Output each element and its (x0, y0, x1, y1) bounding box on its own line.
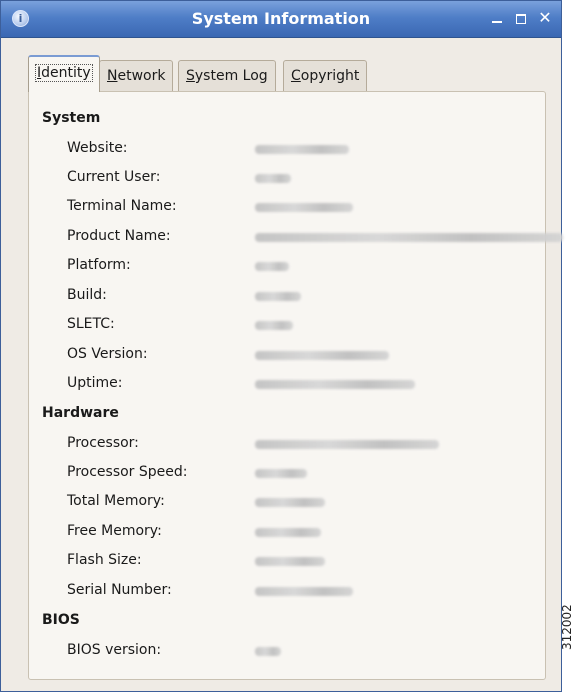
label-sletc: SLETC: (67, 316, 115, 332)
label-bios-version: BIOS version: (67, 642, 162, 658)
value-bios-version-blurred (255, 647, 281, 656)
label-free-memory: Free Memory: (67, 523, 162, 539)
tab-network[interactable]: Network (99, 60, 174, 91)
value-os-version-blurred (255, 351, 389, 360)
figure-number: 312002 (560, 604, 574, 650)
value-free-memory-blurred (255, 528, 321, 537)
label-os-version: OS Version: (67, 346, 148, 362)
value-flash-size-blurred (255, 557, 325, 566)
value-uptime-blurred (255, 380, 415, 389)
label-platform: Platform: (67, 257, 131, 273)
label-uptime: Uptime: (67, 375, 123, 391)
tab-network-label: Network (107, 68, 166, 84)
system-information-window: i System Information ✕ Identity Network … (0, 0, 563, 692)
tab-copyright[interactable]: Copyright (283, 60, 368, 91)
label-product-name: Product Name: (67, 228, 171, 244)
identity-panel: System Website: Current User: Terminal N… (28, 91, 563, 680)
window-title: System Information (191, 9, 371, 28)
value-website-blurred (255, 145, 349, 154)
tab-copyright-label: Copyright (291, 68, 360, 84)
label-flash-size: Flash Size: (67, 552, 142, 568)
section-title-hardware: Hardware (42, 405, 119, 421)
close-icon: ✕ (538, 8, 552, 27)
minimize-icon (492, 21, 502, 23)
label-current-user: Current User: (67, 169, 161, 185)
value-processor-blurred (255, 440, 439, 449)
value-current-user-blurred (255, 174, 291, 183)
label-build: Build: (67, 287, 107, 303)
label-processor: Processor: (67, 435, 139, 451)
label-terminal-name: Terminal Name: (67, 198, 177, 214)
value-platform-blurred (255, 262, 289, 271)
minimize-button[interactable] (488, 9, 506, 27)
value-processor-speed-blurred (255, 469, 307, 478)
label-total-memory: Total Memory: (67, 493, 165, 509)
tab-system-log[interactable]: System Log (178, 60, 276, 91)
close-button[interactable]: ✕ (536, 9, 554, 27)
tab-system-log-label: System Log (186, 68, 268, 84)
title-bar[interactable]: i System Information ✕ (1, 1, 561, 38)
value-serial-number-blurred (255, 587, 353, 596)
section-title-system: System (42, 110, 101, 126)
label-processor-speed: Processor Speed: (67, 464, 188, 480)
tab-identity[interactable]: Identity (28, 55, 100, 92)
section-title-bios: BIOS (42, 612, 80, 628)
value-total-memory-blurred (255, 498, 325, 507)
tab-identity-label: Identity (35, 64, 93, 82)
value-build-blurred (255, 292, 301, 301)
maximize-icon (516, 14, 526, 24)
value-product-name-blurred (255, 233, 563, 242)
value-sletc-blurred (255, 321, 293, 330)
label-website: Website: (67, 140, 128, 156)
label-serial-number: Serial Number: (67, 582, 172, 598)
maximize-button[interactable] (512, 9, 530, 27)
value-terminal-name-blurred (255, 203, 353, 212)
